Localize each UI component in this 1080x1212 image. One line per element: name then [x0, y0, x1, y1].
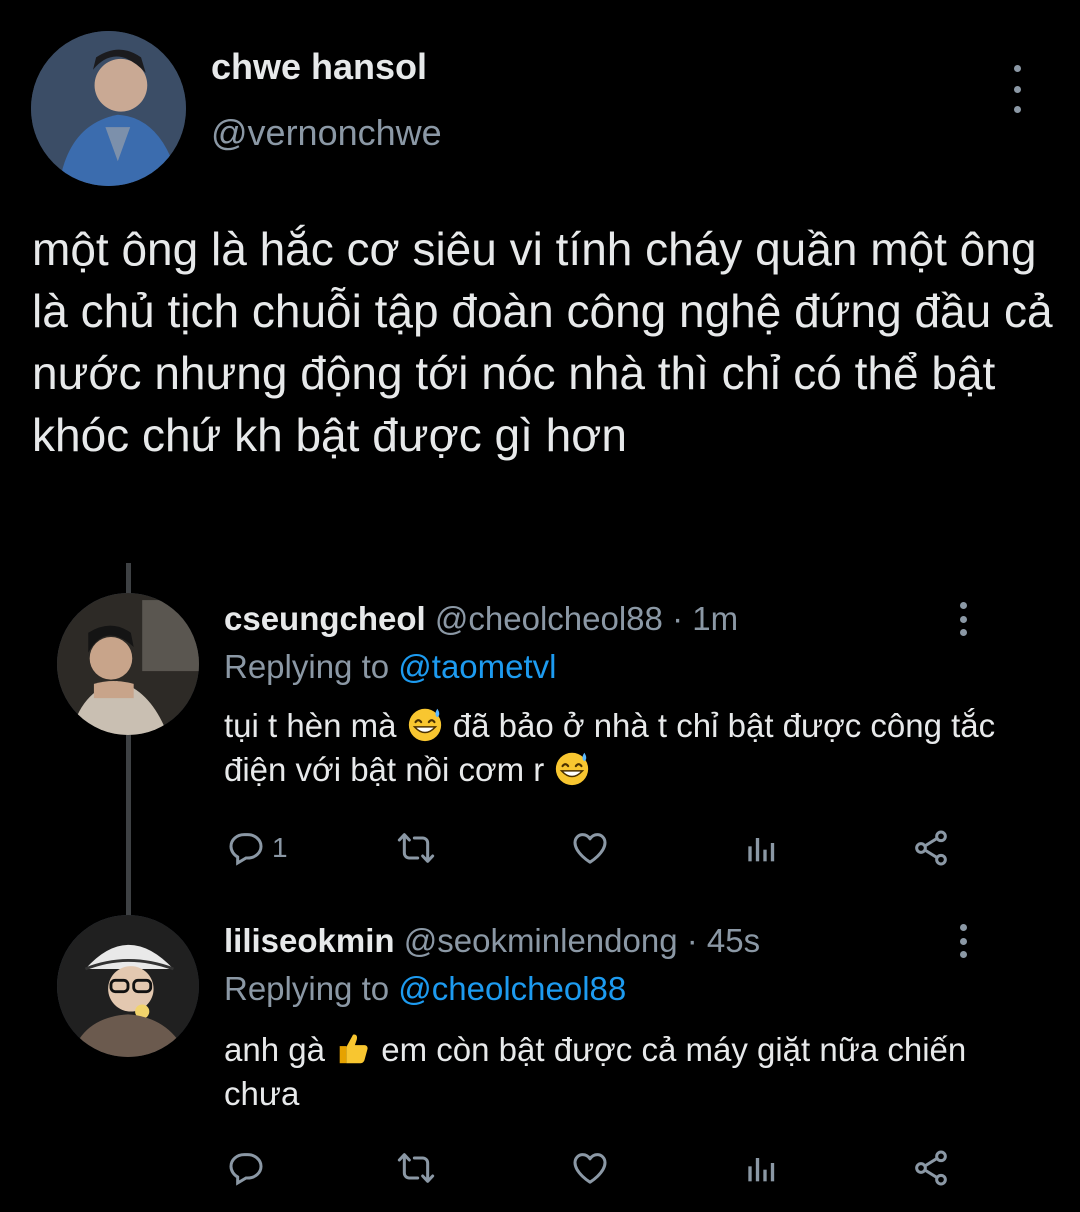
- reply-author-name[interactable]: liliseokmin: [224, 922, 395, 959]
- heart-icon: [570, 1148, 610, 1188]
- replying-to: Replying to @taometvl: [224, 648, 557, 686]
- analytics-icon: [740, 1148, 780, 1188]
- replying-prefix: Replying to: [224, 648, 390, 685]
- separator-dot: ·: [686, 922, 698, 959]
- analytics-button[interactable]: [740, 1148, 780, 1188]
- reply-header: liliseokmin @seokminlendong · 45s: [224, 922, 760, 960]
- more-options-icon[interactable]: [951, 602, 975, 636]
- separator-dot: ·: [672, 600, 684, 637]
- reply-author-name[interactable]: cseungcheol: [224, 600, 426, 637]
- mention-link[interactable]: @taometvl: [398, 648, 556, 685]
- reply-icon: [226, 828, 266, 868]
- heart-icon: [570, 828, 610, 868]
- main-avatar[interactable]: [31, 31, 186, 186]
- grinning-sweat-emoji: [553, 749, 591, 787]
- share-icon: [911, 828, 951, 868]
- grinning-sweat-emoji: [406, 705, 444, 743]
- reply-text: tụi t hèn mà đã bảo ở nhà t chỉ bật được…: [224, 704, 1024, 792]
- replying-prefix: Replying to: [224, 970, 390, 1007]
- reply-avatar-liliseokmin[interactable]: [57, 915, 199, 1057]
- reply-time[interactable]: 1m: [692, 600, 738, 637]
- author-handle[interactable]: @vernonchwe: [211, 112, 442, 154]
- mention-link[interactable]: @cheolcheol88: [398, 970, 626, 1007]
- author-name[interactable]: chwe hansol: [211, 46, 427, 88]
- like-button[interactable]: [570, 1148, 610, 1188]
- tweet-text: một ông là hắc cơ siêu vi tính cháy quần…: [32, 223, 1053, 461]
- replying-to: Replying to @cheolcheol88: [224, 970, 626, 1008]
- share-button[interactable]: [911, 828, 951, 868]
- analytics-icon: [740, 828, 780, 868]
- reply-avatar-cseungcheol[interactable]: [57, 593, 199, 735]
- reply-text-part: anh gà: [224, 1031, 325, 1068]
- reply-text: anh gà em còn bật được cả máy giặt nữa c…: [224, 1028, 1024, 1116]
- retweet-button[interactable]: [396, 1148, 436, 1188]
- more-options-icon[interactable]: [1005, 65, 1029, 113]
- like-button[interactable]: [570, 828, 610, 868]
- reply-author-handle[interactable]: @seokminlendong: [404, 922, 678, 959]
- analytics-button[interactable]: [740, 828, 780, 868]
- reply-author-handle[interactable]: @cheolcheol88: [435, 600, 663, 637]
- reply-text-part: tụi t hèn mà: [224, 707, 397, 744]
- reply-button[interactable]: [226, 1148, 266, 1188]
- reply-icon: [226, 1148, 266, 1188]
- reply-count: 1: [272, 832, 288, 863]
- retweet-icon: [396, 1148, 436, 1188]
- thumbs-up-emoji: [334, 1029, 372, 1067]
- reply-button[interactable]: 1: [226, 828, 288, 868]
- reply-header: cseungcheol @cheolcheol88 · 1m: [224, 600, 738, 638]
- more-options-icon[interactable]: [951, 924, 975, 958]
- share-icon: [911, 1148, 951, 1188]
- share-button[interactable]: [911, 1148, 951, 1188]
- retweet-icon: [396, 828, 436, 868]
- reply-time[interactable]: 45s: [707, 922, 760, 959]
- retweet-button[interactable]: [396, 828, 436, 868]
